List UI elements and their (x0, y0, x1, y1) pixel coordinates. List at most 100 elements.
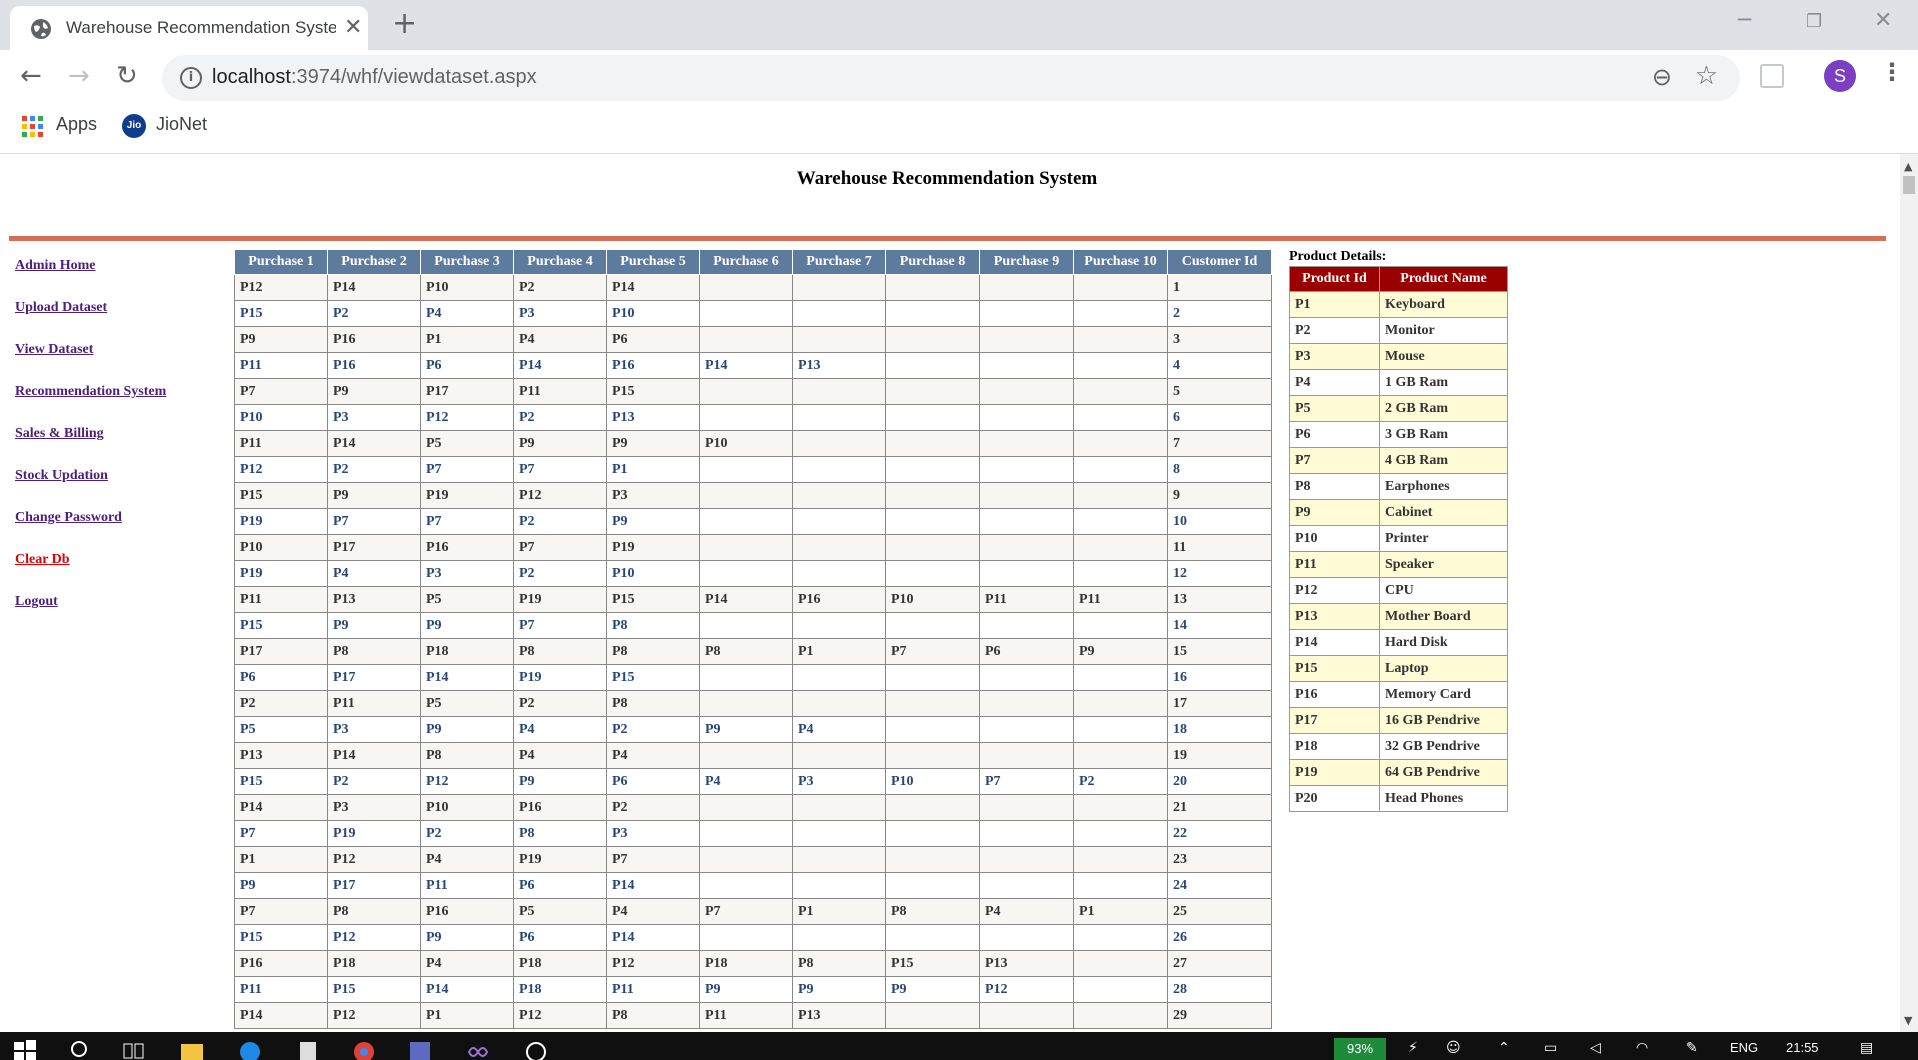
minimize-icon[interactable]: ─ (1738, 8, 1751, 33)
purchase-cell (699, 872, 793, 899)
edge-icon[interactable] (238, 1040, 262, 1060)
table-row: P12 CPU (1289, 577, 1508, 604)
purchase-cell: P14 (606, 872, 700, 899)
wifi-icon[interactable]: ◠ (1636, 1040, 1648, 1060)
customer-id-cell: 19 (1167, 742, 1272, 769)
bookmark-jionet[interactable]: JioNet (156, 114, 207, 135)
infinity-app-icon[interactable] (466, 1040, 490, 1060)
bookmarks-bar: Apps Jio JioNet (0, 106, 1918, 154)
scroll-down-arrow-icon[interactable]: ▼ (1904, 1014, 1912, 1027)
language-indicator[interactable]: ENG (1730, 1040, 1758, 1055)
profile-avatar[interactable]: S (1824, 60, 1856, 92)
menu-link-admin-home[interactable]: Admin Home (15, 258, 166, 300)
menu-link-upload-dataset[interactable]: Upload Dataset (15, 300, 166, 342)
task-view-icon[interactable] (122, 1040, 146, 1060)
close-window-icon[interactable]: ✕ (1874, 8, 1892, 33)
power-plug-icon[interactable]: ⚡ (1408, 1040, 1418, 1060)
menu-link-clear-db[interactable]: Clear Db (15, 552, 166, 594)
volume-muted-icon[interactable]: ◁ (1590, 1040, 1601, 1060)
menu-link-sales-billing[interactable]: Sales & Billing (15, 426, 166, 468)
purchase-cell: P2 (327, 768, 421, 795)
purchase-cell (979, 378, 1074, 405)
purchase-cell: P15 (606, 586, 700, 613)
purchase-cell: P2 (327, 300, 421, 327)
restore-icon[interactable]: ❐ (1806, 11, 1822, 32)
battery-indicator[interactable]: 93% (1334, 1038, 1386, 1060)
purchase-cell: P4 (792, 716, 886, 743)
new-tab-icon[interactable]: + (392, 8, 417, 40)
forward-icon[interactable]: → (68, 60, 90, 92)
purchase-cell: P3 (420, 560, 514, 587)
purchase-cell: P10 (234, 404, 328, 431)
file-explorer-icon[interactable] (180, 1040, 204, 1060)
reload-icon[interactable]: ↻ (116, 60, 138, 92)
clock[interactable]: 21:55 (1786, 1040, 1819, 1055)
pen-icon[interactable]: ✎ (1686, 1040, 1698, 1060)
product-id-cell: P11 (1289, 551, 1380, 578)
notifications-icon[interactable]: ▤ (1860, 1040, 1873, 1060)
scroll-up-arrow-icon[interactable]: ▲ (1904, 160, 1912, 173)
purchase-cell: P8 (513, 820, 607, 847)
purchase-cell: P15 (234, 924, 328, 951)
purchase-cell (1073, 924, 1168, 951)
visual-studio-icon[interactable] (408, 1040, 432, 1060)
windows-start-icon[interactable] (14, 1040, 36, 1060)
purchase-cell (885, 352, 980, 379)
purchase-cell: P11 (513, 378, 607, 405)
close-tab-icon[interactable]: ✕ (344, 16, 362, 40)
purchase-cell: P10 (606, 560, 700, 587)
network-icon[interactable]: ▭ (1544, 1040, 1557, 1060)
purchase-cell: P12 (606, 950, 700, 977)
table-row: P9 Cabinet (1289, 499, 1508, 526)
address-bar[interactable]: i localhost:3974/whf/viewdataset.aspx ⊖ … (162, 55, 1740, 101)
purchase-cell (1073, 690, 1168, 717)
purchase-cell: P3 (327, 404, 421, 431)
menu-link-recommendation-system[interactable]: Recommendation System (15, 384, 166, 426)
browser-tab[interactable]: Warehouse Recommendation System ✕ (10, 6, 368, 50)
chrome-icon[interactable] (352, 1040, 376, 1060)
search-icon[interactable] (68, 1040, 90, 1060)
purchase-cell: P7 (234, 898, 328, 925)
vertical-scrollbar[interactable]: ▲ ▼ (1900, 154, 1918, 1032)
purchase-cell (699, 690, 793, 717)
tab-strip: Warehouse Recommendation System ✕ + ─ ❐ … (0, 0, 1918, 50)
purchase-cell: P6 (420, 352, 514, 379)
purchase-cell (979, 456, 1074, 483)
info-icon[interactable]: i (180, 67, 202, 89)
bookmark-star-icon[interactable]: ☆ (1695, 61, 1718, 91)
product-id-cell: P18 (1289, 733, 1380, 760)
chevron-up-icon[interactable]: ⌃ (1498, 1040, 1510, 1060)
table-row: P11 P15 P14 P18 P11 P9 P9 P9 P12 28 (234, 976, 1272, 1003)
table-row: P5 P3 P9 P4 P2 P9 P4 18 (234, 716, 1272, 743)
product-name-cell: Earphones (1379, 473, 1508, 500)
purchase-cell: P1 (792, 638, 886, 665)
purchase-cell: P18 (513, 976, 607, 1003)
purchase-cell (979, 326, 1074, 353)
purchase-cell (979, 560, 1074, 587)
url-text[interactable]: localhost:3974/whf/viewdataset.aspx (212, 66, 537, 89)
menu-link-logout[interactable]: Logout (15, 594, 166, 636)
kebab-menu-icon[interactable]: ⋮ (1880, 58, 1904, 86)
zoom-out-icon[interactable]: ⊖ (1652, 63, 1672, 91)
purchase-cell: P5 (234, 716, 328, 743)
calculator-icon[interactable] (296, 1040, 320, 1060)
people-icon[interactable]: ☺ (1446, 1040, 1461, 1060)
table-row: P10 P17 P16 P7 P19 11 (234, 534, 1272, 561)
extension-icon[interactable] (1760, 64, 1784, 88)
product-id-cell: P20 (1289, 785, 1380, 812)
purchase-cell: P15 (327, 976, 421, 1003)
purchase-cell: P12 (979, 976, 1074, 1003)
globe-icon (31, 19, 51, 39)
apps-grid-icon[interactable] (22, 116, 44, 138)
scroll-thumb[interactable] (1903, 176, 1915, 194)
menu-link-change-password[interactable]: Change Password (15, 510, 166, 552)
bookmark-apps[interactable]: Apps (56, 114, 97, 135)
jio-icon[interactable]: Jio (122, 114, 146, 138)
purchase-cell: P12 (327, 846, 421, 873)
camera-app-icon[interactable] (524, 1040, 548, 1060)
product-id-cell: P12 (1289, 577, 1380, 604)
purchase-cell: P14 (699, 586, 793, 613)
back-icon[interactable]: ← (20, 60, 42, 92)
menu-link-view-dataset[interactable]: View Dataset (15, 342, 166, 384)
menu-link-stock-updation[interactable]: Stock Updation (15, 468, 166, 510)
